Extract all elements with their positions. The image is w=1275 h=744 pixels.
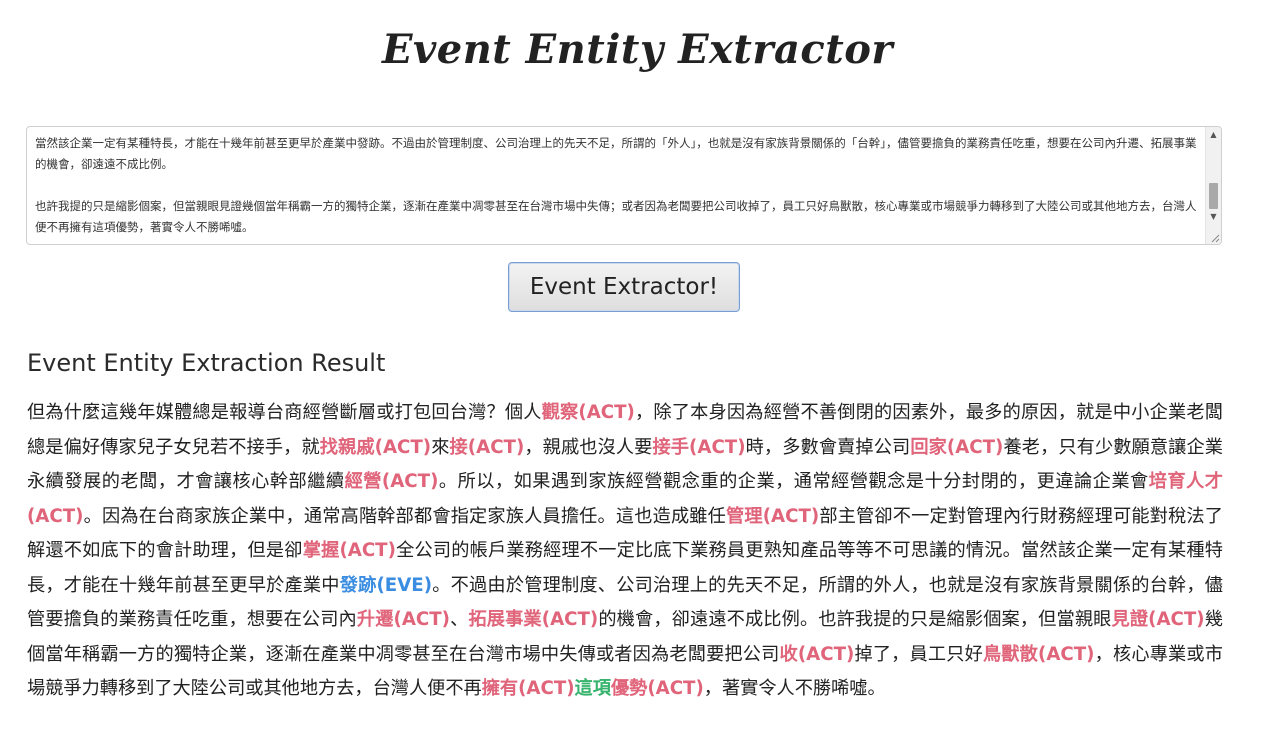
act-entity: 鳥獸散(ACT) bbox=[982, 643, 1095, 665]
act-entity: 拓展事業(ACT) bbox=[468, 609, 599, 630]
scrollbar-thumb[interactable] bbox=[1209, 183, 1218, 209]
act-entity: 回家(ACT) bbox=[910, 436, 1004, 458]
result-text-segment: ，著實令人不勝唏噓。 bbox=[703, 678, 886, 699]
eve-entity: 發跡(EVE) bbox=[339, 574, 433, 596]
act-entity: 升遷(ACT) bbox=[356, 609, 450, 630]
input-textarea[interactable]: 當然該企業一定有某種特長，才能在十幾年前甚至更早於產業中發跡。不過由於管理制度、… bbox=[27, 127, 1207, 244]
act-entity: 接(ACT) bbox=[449, 436, 525, 458]
act-entity: 找親戚(ACT) bbox=[319, 436, 432, 458]
highlighted-entity: 這項 bbox=[574, 678, 611, 699]
act-entity: 經營(ACT) bbox=[344, 471, 439, 492]
textarea-scrollbar[interactable]: ▲ ▼ bbox=[1205, 127, 1221, 244]
act-entity: 收(ACT) bbox=[779, 643, 855, 665]
scroll-down-arrow-icon[interactable]: ▼ bbox=[1206, 209, 1221, 224]
result-text-segment: 的機會，卻遠遠不成比例。也許我提的只是縮影個案，但當親眼 bbox=[598, 609, 1112, 630]
act-entity: 接手(ACT) bbox=[652, 436, 746, 458]
act-entity: 觀察(ACT) bbox=[541, 402, 635, 423]
act-entity: 擁有(ACT) bbox=[481, 678, 575, 699]
result-text-segment: 但為什麼這幾年媒體總是報導台商經營斷層或打包回台灣？個人 bbox=[27, 402, 542, 423]
event-extractor-button[interactable]: Event Extractor! bbox=[508, 262, 740, 312]
act-entity: 管理(ACT) bbox=[726, 505, 820, 527]
act-entity: 見證(ACT) bbox=[1111, 609, 1205, 630]
resize-grip-icon[interactable] bbox=[1210, 233, 1220, 243]
result-text-segment: 來 bbox=[431, 436, 450, 458]
result-text-segment: 。所以，如果遇到家族經營觀念重的企業，通常經營觀念是十分封閉的，更違論企業會 bbox=[438, 471, 1149, 492]
input-textarea-container: 當然該企業一定有某種特長，才能在十幾年前甚至更早於產業中發跡。不過由於管理制度、… bbox=[26, 126, 1222, 245]
act-entity: 優勢(ACT) bbox=[610, 678, 704, 699]
result-heading: Event Entity Extraction Result bbox=[27, 349, 386, 377]
scroll-up-arrow-icon[interactable]: ▲ bbox=[1206, 127, 1221, 142]
result-text-segment: ，親戚也沒人要 bbox=[524, 436, 653, 458]
page-title: Event Entity Extractor bbox=[382, 26, 893, 73]
result-text: 但為什麼這幾年媒體總是報導台商經營斷層或打包回台灣？個人觀察(ACT)，除了本身… bbox=[27, 396, 1223, 707]
result-text-segment: 。因為在台商家族企業中，通常高階幹部都會指定家族人員擔任。這也造成雖任 bbox=[83, 505, 727, 527]
result-text-segment: 、 bbox=[449, 609, 469, 630]
result-text-segment: 時，多數會賣掉公司 bbox=[745, 436, 911, 458]
act-entity: 掌握(ACT) bbox=[302, 540, 396, 561]
result-text-segment: 掉了，員工只好 bbox=[854, 643, 983, 665]
